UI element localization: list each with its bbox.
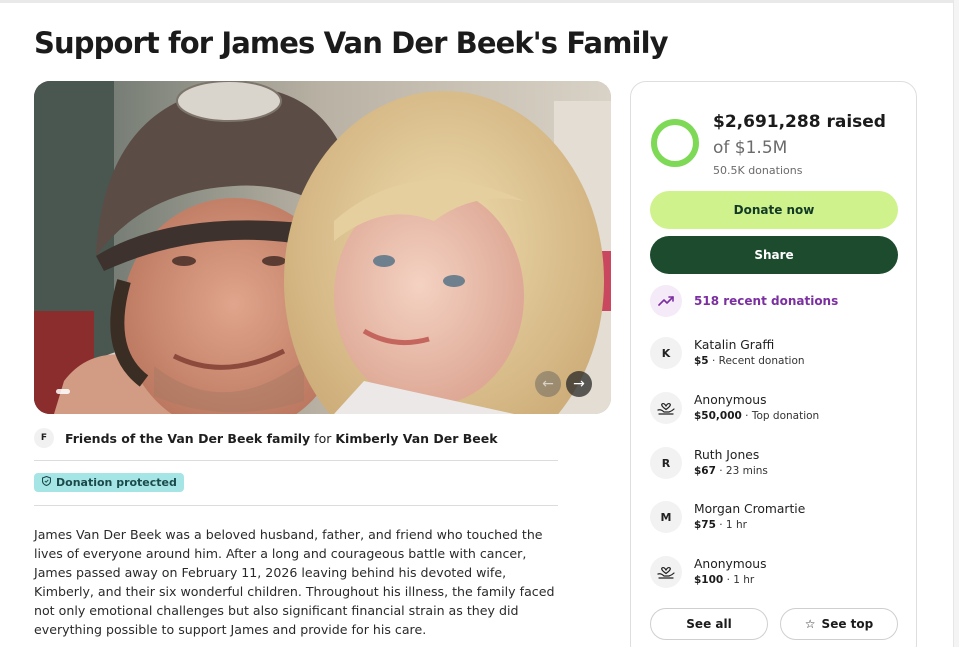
donor-meta: $67 · 23 mins [694, 463, 768, 479]
donor-name: Ruth Jones [694, 448, 760, 462]
donation-card: $2,691,288 raised of $1.5M 50.5K donatio… [630, 81, 917, 647]
donation-count: 50.5K donations [713, 164, 803, 177]
organizer-line: F Friends of the Van Der Beek family for… [34, 428, 498, 448]
see-top-button[interactable]: ☆ See top [780, 608, 898, 640]
donor-avatar: R [650, 447, 682, 479]
donor-amount: $5 [694, 355, 709, 367]
goal-amount: of $1.5M [713, 138, 788, 158]
page-title: Support for James Van Der Beek's Family [34, 26, 669, 60]
carousel-next-button[interactable]: → [566, 371, 592, 397]
donor-item: Anonymous $100 · 1 hr [650, 554, 767, 590]
window-edge [953, 0, 959, 647]
story-text: James Van Der Beek was a beloved husband… [34, 525, 564, 639]
recent-donations-link[interactable]: 518 recent donations [650, 285, 838, 317]
donor-avatar: K [650, 337, 682, 369]
donate-now-button[interactable]: Donate now [650, 191, 898, 229]
badge-label: Donation protected [56, 476, 177, 489]
top-border [0, 0, 959, 3]
donor-name: Anonymous [694, 393, 767, 407]
donor-meta: $75 · 1 hr [694, 517, 805, 533]
arrow-right-icon: → [573, 376, 585, 392]
organizer-text: Friends of the Van Der Beek family for K… [65, 431, 498, 446]
organizer-avatar[interactable]: F [34, 428, 54, 448]
trending-up-icon [650, 285, 682, 317]
story-paragraph: James Van Der Beek was a beloved husband… [34, 527, 555, 637]
recent-donations-label: 518 recent donations [694, 294, 839, 308]
donor-meta: $100 · 1 hr [694, 572, 767, 588]
progress-ring [651, 119, 699, 167]
campaign-photo[interactable]: ← → [34, 81, 611, 414]
divider [34, 505, 558, 506]
see-all-button[interactable]: See all [650, 608, 768, 640]
donor-amount: $50,000 [694, 410, 742, 422]
organizer-name[interactable]: Friends of the Van Der Beek family [65, 431, 310, 446]
donor-detail: · 23 mins [715, 465, 768, 477]
carousel-indicator[interactable] [56, 389, 70, 394]
donation-protected-badge[interactable]: Donation protected [34, 473, 184, 492]
donor-detail: · Top donation [741, 410, 820, 422]
donor-detail: · 1 hr [715, 519, 747, 531]
donor-amount: $100 [694, 574, 724, 586]
arrow-left-icon: ← [542, 376, 554, 392]
donor-detail: · 1 hr [723, 574, 755, 586]
star-icon: ☆ [804, 617, 816, 631]
shield-icon [41, 475, 52, 489]
donor-item: R Ruth Jones $67 · 23 mins [650, 445, 768, 481]
donor-item: Anonymous $50,000 · Top donation [650, 390, 819, 426]
divider [34, 460, 558, 461]
donor-name: Anonymous [694, 557, 767, 571]
share-button[interactable]: Share [650, 236, 898, 274]
donor-avatar: M [650, 501, 682, 533]
donor-meta: $5 · Recent donation [694, 353, 805, 369]
heart-hand-icon [650, 392, 682, 424]
donor-item: K Katalin Graffi $5 · Recent donation [650, 335, 805, 371]
heart-hand-icon [650, 556, 682, 588]
organizer-connector: for [310, 430, 336, 446]
donor-amount: $67 [694, 465, 716, 477]
photo-illustration [34, 81, 611, 414]
see-all-label: See all [686, 617, 732, 631]
donor-name: Morgan Cromartie [694, 502, 806, 516]
see-top-label: See top [821, 617, 874, 631]
donor-name: Katalin Graffi [694, 338, 775, 352]
donor-amount: $75 [694, 519, 716, 531]
amount-raised: $2,691,288 raised [713, 112, 886, 132]
beneficiary-name[interactable]: Kimberly Van Der Beek [335, 431, 497, 446]
donor-meta: $50,000 · Top donation [694, 408, 819, 424]
donor-item: M Morgan Cromartie $75 · 1 hr [650, 499, 805, 535]
carousel-prev-button[interactable]: ← [535, 371, 561, 397]
donor-detail: · Recent donation [708, 355, 805, 367]
